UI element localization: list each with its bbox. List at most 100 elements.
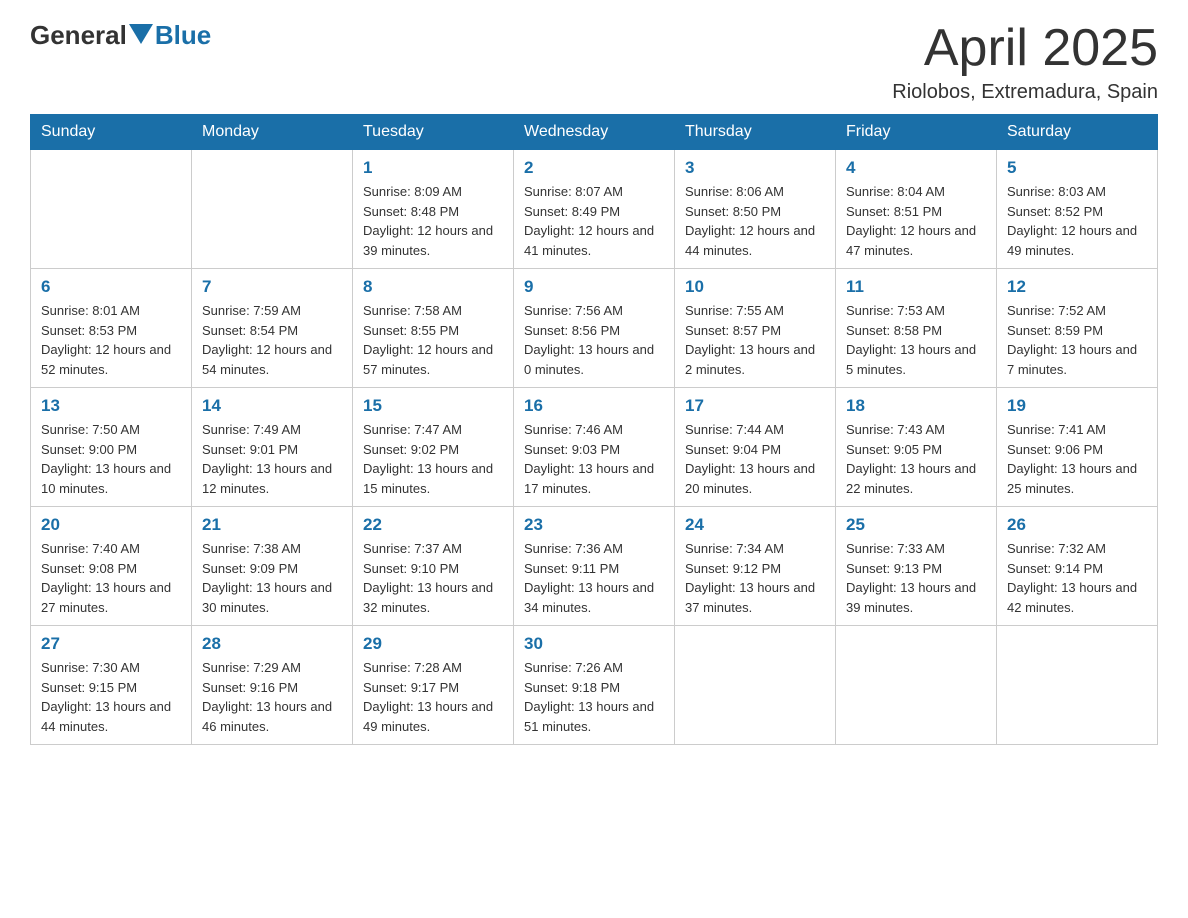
calendar-cell: 5Sunrise: 8:03 AMSunset: 8:52 PMDaylight… — [997, 150, 1158, 269]
calendar-cell: 1 Sunrise: 8:09 AMSunset: 8:48 PMDaylight… — [353, 150, 514, 269]
calendar-cell: 23 Sunrise: 7:36 AMSunset: 9:11 PMDayligh… — [514, 507, 675, 626]
cell-day-number: 22 — [363, 515, 503, 535]
cell-sun-info: Sunrise: 7:26 AMSunset: 9:18 PMDaylight:… — [524, 658, 664, 736]
calendar-cell: 2 Sunrise: 8:07 AMSunset: 8:49 PMDaylight… — [514, 150, 675, 269]
calendar-cell — [192, 150, 353, 269]
calendar-title: April 2025 — [892, 20, 1158, 77]
calendar-cell: 22 Sunrise: 7:37 AMSunset: 9:10 PMDayligh… — [353, 507, 514, 626]
logo-text-blue: Blue — [155, 20, 211, 51]
weekday-header-monday: Monday — [192, 115, 353, 150]
calendar-week-row: 13 Sunrise: 7:50 AMSunset: 9:00 PMDayligh… — [31, 388, 1158, 507]
calendar-cell: 17 Sunrise: 7:44 AMSunset: 9:04 PMDayligh… — [675, 388, 836, 507]
calendar-cell: 8 Sunrise: 7:58 AMSunset: 8:55 PMDaylight… — [353, 269, 514, 388]
cell-day-number: 5 — [1007, 158, 1147, 178]
calendar-cell: 25 Sunrise: 7:33 AMSunset: 9:13 PMDayligh… — [836, 507, 997, 626]
cell-day-number: 16 — [524, 396, 664, 416]
calendar-cell: 24 Sunrise: 7:34 AMSunset: 9:12 PMDayligh… — [675, 507, 836, 626]
cell-sun-info: Sunrise: 7:32 AMSunset: 9:14 PMDaylight:… — [1007, 539, 1147, 617]
cell-day-number: 1 — [363, 158, 503, 178]
cell-sun-info: Sunrise: 7:47 AMSunset: 9:02 PMDaylight:… — [363, 420, 503, 498]
calendar-cell: 20Sunrise: 7:40 AMSunset: 9:08 PMDayligh… — [31, 507, 192, 626]
calendar-cell: 19 Sunrise: 7:41 AMSunset: 9:06 PMDayligh… — [997, 388, 1158, 507]
cell-day-number: 20 — [41, 515, 181, 535]
calendar-cell — [31, 150, 192, 269]
cell-sun-info: Sunrise: 7:41 AMSunset: 9:06 PMDaylight:… — [1007, 420, 1147, 498]
calendar-cell: 7 Sunrise: 7:59 AMSunset: 8:54 PMDaylight… — [192, 269, 353, 388]
cell-day-number: 4 — [846, 158, 986, 178]
cell-day-number: 25 — [846, 515, 986, 535]
calendar-cell: 4 Sunrise: 8:04 AMSunset: 8:51 PMDaylight… — [836, 150, 997, 269]
cell-sun-info: Sunrise: 7:34 AMSunset: 9:12 PMDaylight:… — [685, 539, 825, 617]
calendar-cell: 27 Sunrise: 7:30 AMSunset: 9:15 PMDayligh… — [31, 626, 192, 745]
cell-sun-info: Sunrise: 7:44 AMSunset: 9:04 PMDaylight:… — [685, 420, 825, 498]
cell-day-number: 8 — [363, 277, 503, 297]
cell-day-number: 6 — [41, 277, 181, 297]
cell-sun-info: Sunrise: 8:06 AMSunset: 8:50 PMDaylight:… — [685, 182, 825, 260]
weekday-header-saturday: Saturday — [997, 115, 1158, 150]
weekday-header-wednesday: Wednesday — [514, 115, 675, 150]
calendar-cell: 15 Sunrise: 7:47 AMSunset: 9:02 PMDayligh… — [353, 388, 514, 507]
cell-sun-info: Sunrise: 7:36 AMSunset: 9:11 PMDaylight:… — [524, 539, 664, 617]
calendar-week-row: 6 Sunrise: 8:01 AMSunset: 8:53 PMDaylight… — [31, 269, 1158, 388]
calendar-cell: 10Sunrise: 7:55 AMSunset: 8:57 PMDayligh… — [675, 269, 836, 388]
cell-day-number: 23 — [524, 515, 664, 535]
calendar-cell — [836, 626, 997, 745]
page-header: General Blue April 2025 Riolobos, Extrem… — [30, 20, 1158, 104]
cell-day-number: 19 — [1007, 396, 1147, 416]
calendar-header: SundayMondayTuesdayWednesdayThursdayFrid… — [31, 115, 1158, 150]
cell-day-number: 13 — [41, 396, 181, 416]
title-area: April 2025 Riolobos, Extremadura, Spain — [892, 20, 1158, 104]
calendar-cell: 3 Sunrise: 8:06 AMSunset: 8:50 PMDaylight… — [675, 150, 836, 269]
cell-day-number: 30 — [524, 634, 664, 654]
calendar-body: 1 Sunrise: 8:09 AMSunset: 8:48 PMDaylight… — [31, 150, 1158, 745]
cell-day-number: 12 — [1007, 277, 1147, 297]
weekday-header-friday: Friday — [836, 115, 997, 150]
calendar-cell: 11Sunrise: 7:53 AMSunset: 8:58 PMDayligh… — [836, 269, 997, 388]
cell-day-number: 18 — [846, 396, 986, 416]
cell-sun-info: Sunrise: 8:09 AMSunset: 8:48 PMDaylight:… — [363, 182, 503, 260]
cell-day-number: 26 — [1007, 515, 1147, 535]
cell-sun-info: Sunrise: 7:29 AMSunset: 9:16 PMDaylight:… — [202, 658, 342, 736]
cell-sun-info: Sunrise: 7:53 AMSunset: 8:58 PMDaylight:… — [846, 301, 986, 379]
cell-day-number: 9 — [524, 277, 664, 297]
calendar-cell: 9Sunrise: 7:56 AMSunset: 8:56 PMDaylight… — [514, 269, 675, 388]
cell-day-number: 14 — [202, 396, 342, 416]
calendar-cell — [997, 626, 1158, 745]
cell-sun-info: Sunrise: 7:30 AMSunset: 9:15 PMDaylight:… — [41, 658, 181, 736]
calendar-cell: 28 Sunrise: 7:29 AMSunset: 9:16 PMDayligh… — [192, 626, 353, 745]
cell-sun-info: Sunrise: 7:43 AMSunset: 9:05 PMDaylight:… — [846, 420, 986, 498]
weekday-header-sunday: Sunday — [31, 115, 192, 150]
cell-sun-info: Sunrise: 8:07 AMSunset: 8:49 PMDaylight:… — [524, 182, 664, 260]
cell-day-number: 24 — [685, 515, 825, 535]
cell-day-number: 10 — [685, 277, 825, 297]
calendar-cell — [675, 626, 836, 745]
logo-triangle-icon — [129, 24, 153, 44]
cell-day-number: 21 — [202, 515, 342, 535]
cell-sun-info: Sunrise: 7:49 AMSunset: 9:01 PMDaylight:… — [202, 420, 342, 498]
calendar-cell: 29 Sunrise: 7:28 AMSunset: 9:17 PMDayligh… — [353, 626, 514, 745]
calendar-cell: 16 Sunrise: 7:46 AMSunset: 9:03 PMDayligh… — [514, 388, 675, 507]
cell-day-number: 28 — [202, 634, 342, 654]
cell-sun-info: Sunrise: 7:46 AMSunset: 9:03 PMDaylight:… — [524, 420, 664, 498]
cell-sun-info: Sunrise: 7:50 AMSunset: 9:00 PMDaylight:… — [41, 420, 181, 498]
cell-sun-info: Sunrise: 7:37 AMSunset: 9:10 PMDaylight:… — [363, 539, 503, 617]
cell-day-number: 3 — [685, 158, 825, 178]
weekday-header-thursday: Thursday — [675, 115, 836, 150]
cell-day-number: 27 — [41, 634, 181, 654]
cell-day-number: 15 — [363, 396, 503, 416]
logo: General Blue — [30, 20, 211, 51]
cell-sun-info: Sunrise: 7:28 AMSunset: 9:17 PMDaylight:… — [363, 658, 503, 736]
calendar-cell: 12 Sunrise: 7:52 AMSunset: 8:59 PMDayligh… — [997, 269, 1158, 388]
cell-day-number: 7 — [202, 277, 342, 297]
cell-sun-info: Sunrise: 7:33 AMSunset: 9:13 PMDaylight:… — [846, 539, 986, 617]
cell-day-number: 29 — [363, 634, 503, 654]
calendar-week-row: 27 Sunrise: 7:30 AMSunset: 9:15 PMDayligh… — [31, 626, 1158, 745]
calendar-week-row: 1 Sunrise: 8:09 AMSunset: 8:48 PMDaylight… — [31, 150, 1158, 269]
cell-sun-info: Sunrise: 7:58 AMSunset: 8:55 PMDaylight:… — [363, 301, 503, 379]
cell-sun-info: Sunrise: 8:04 AMSunset: 8:51 PMDaylight:… — [846, 182, 986, 260]
cell-sun-info: Sunrise: 8:01 AMSunset: 8:53 PMDaylight:… — [41, 301, 181, 379]
cell-sun-info: Sunrise: 7:59 AMSunset: 8:54 PMDaylight:… — [202, 301, 342, 379]
cell-sun-info: Sunrise: 7:52 AMSunset: 8:59 PMDaylight:… — [1007, 301, 1147, 379]
cell-day-number: 2 — [524, 158, 664, 178]
cell-day-number: 17 — [685, 396, 825, 416]
